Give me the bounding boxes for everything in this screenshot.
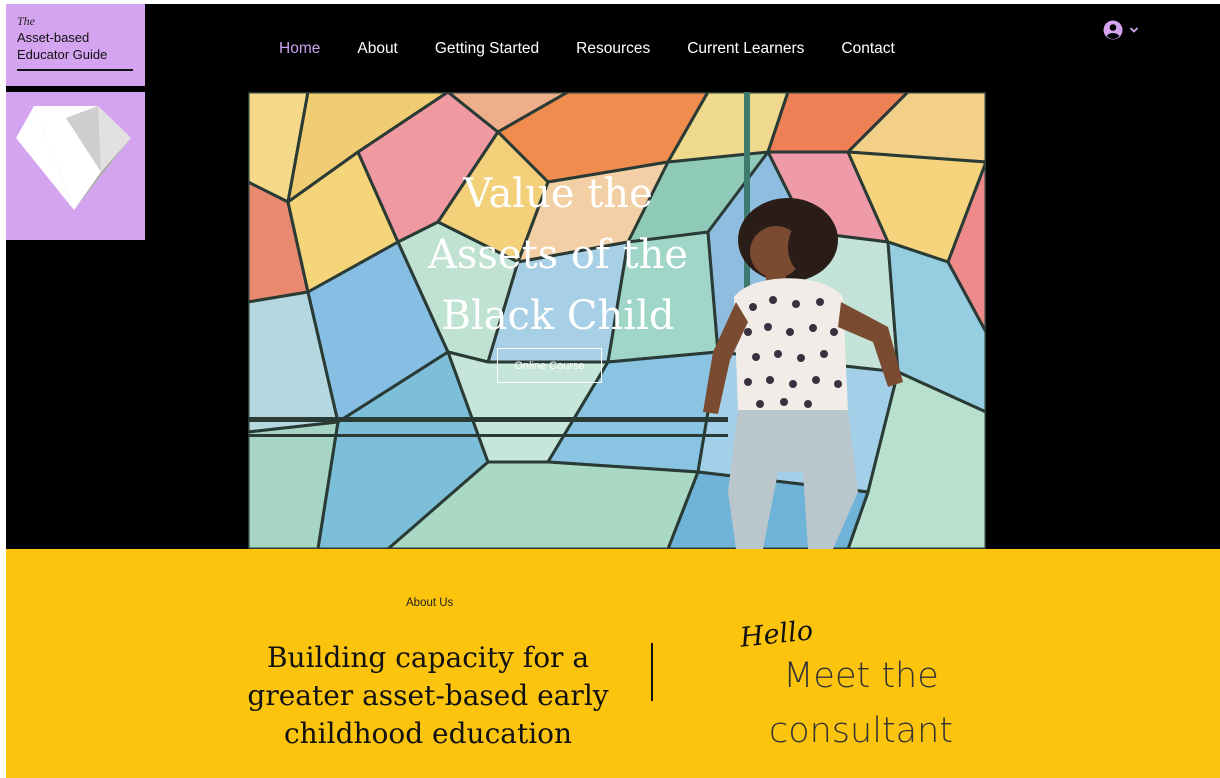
user-circle-icon: [1103, 20, 1123, 40]
meet-line: Meet the: [783, 656, 939, 696]
diamond-icon: [16, 106, 131, 210]
about-heading: Building capacity for a greater asset-ba…: [242, 639, 614, 753]
main-nav: Home About Getting Started Resources Cur…: [279, 40, 932, 64]
nav-item-current-learners[interactable]: Current Learners: [687, 40, 804, 64]
nav-item-home[interactable]: Home: [279, 40, 320, 64]
nav-item-about[interactable]: About: [357, 40, 398, 64]
online-course-button[interactable]: Online Course: [497, 348, 602, 383]
about-us-label: About Us: [406, 597, 454, 609]
vertical-divider: [651, 643, 653, 701]
nav-item-getting-started[interactable]: Getting Started: [435, 40, 539, 64]
about-heading-line: greater asset-based early: [247, 679, 609, 712]
account-menu[interactable]: [1103, 20, 1139, 40]
hero-title-line: Assets of the: [427, 232, 689, 278]
nav-item-contact[interactable]: Contact: [841, 40, 894, 64]
chevron-down-icon: [1129, 27, 1139, 33]
hello-script-text: Hello: [738, 615, 815, 654]
logo-gem-panel: [6, 92, 145, 240]
logo-line-1: Asset-based: [17, 30, 90, 45]
hero-title-line: Black Child: [441, 293, 675, 339]
hero-banner: Value the Assets of the Black Child Onli…: [248, 92, 986, 549]
about-heading-line: childhood education: [283, 717, 573, 750]
logo-the: The: [17, 14, 35, 28]
site-logo[interactable]: The Asset-based Educator Guide: [6, 4, 145, 86]
logo-line-2: Educator Guide: [17, 47, 108, 62]
logo-underline: [17, 69, 133, 71]
about-section: About Us Building capacity for a greater…: [6, 549, 1220, 778]
hero-title-line: Value the: [463, 171, 653, 217]
hero-title: Value the Assets of the Black Child: [388, 164, 728, 347]
meet-the-consultant-heading: Meet the consultant: [766, 649, 956, 759]
about-heading-line: Building capacity for a: [266, 641, 590, 674]
page: The Asset-based Educator Guide Home Abou…: [6, 4, 1220, 778]
meet-line: consultant: [768, 711, 954, 751]
nav-item-resources[interactable]: Resources: [576, 40, 650, 64]
